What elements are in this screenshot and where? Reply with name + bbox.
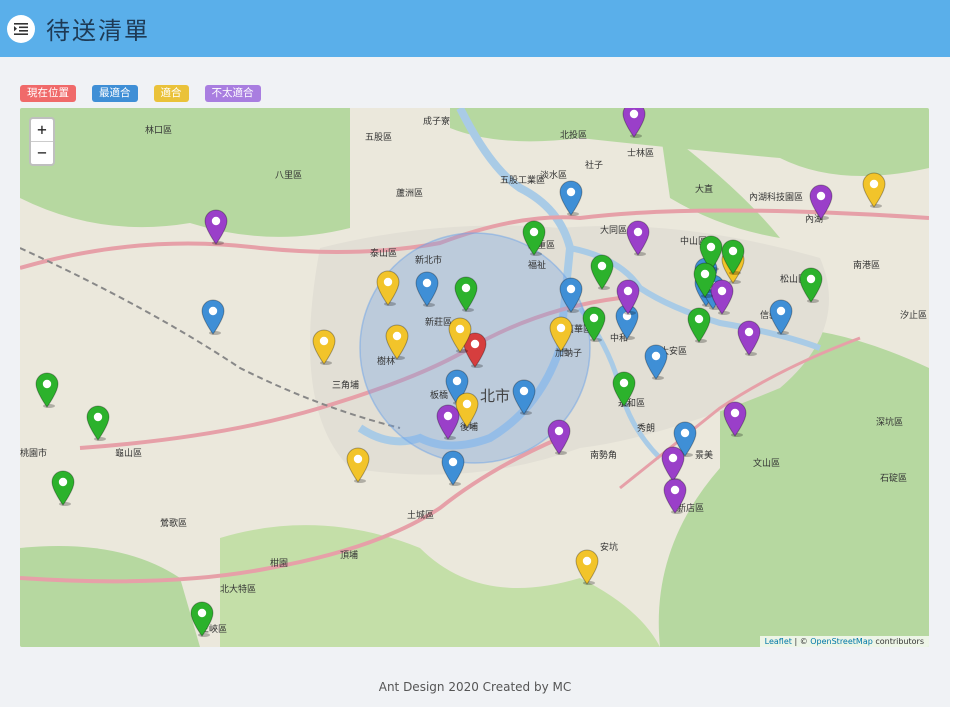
suitable-marker-icon[interactable] xyxy=(862,172,886,208)
map-label: 大直 xyxy=(695,185,714,195)
legend-suitable: 適合 xyxy=(153,85,189,102)
suitable-marker-icon[interactable] xyxy=(385,324,409,360)
not-suitable-marker-icon[interactable] xyxy=(204,209,228,245)
other-marker-icon[interactable] xyxy=(590,254,614,290)
map-label: 林口區 xyxy=(145,126,173,136)
map-label: 龜山區 xyxy=(115,449,143,459)
map-label: 景美 xyxy=(695,451,714,461)
footer: Ant Design 2020 Created by MC xyxy=(378,680,572,694)
other-marker-icon[interactable] xyxy=(454,276,478,312)
page-edge xyxy=(950,0,955,707)
suitable-marker-icon[interactable] xyxy=(312,329,336,365)
legend-best: 最適合 xyxy=(92,85,138,102)
map-label: 汐止區 xyxy=(900,311,928,321)
other-marker-icon[interactable] xyxy=(86,405,110,441)
map-label: 三角埔 xyxy=(332,381,360,391)
map-label: 南港區 xyxy=(853,261,881,271)
map-label: 泰山區 xyxy=(370,249,398,259)
map-label: 五股區 xyxy=(365,133,393,143)
leaflet-link[interactable]: Leaflet xyxy=(765,637,792,646)
other-marker-icon[interactable] xyxy=(51,470,75,506)
not-suitable-marker-icon[interactable] xyxy=(616,279,640,315)
best-marker-icon[interactable] xyxy=(441,450,465,486)
map-label: 士林區 xyxy=(627,149,655,159)
map-attribution: Leaflet | © OpenStreetMap contributors xyxy=(759,636,929,647)
map-label: 蘆洲區 xyxy=(396,189,424,199)
map-label: 桃園市 xyxy=(20,449,48,459)
map-label: 土城區 xyxy=(407,511,435,521)
other-marker-icon[interactable] xyxy=(721,239,745,275)
map-label: 鶯歌區 xyxy=(160,519,188,529)
not-suitable-marker-icon[interactable] xyxy=(723,401,747,437)
map-label: 社子 xyxy=(585,161,604,171)
zoom-control: + − xyxy=(29,117,55,166)
suitable-marker-icon[interactable] xyxy=(549,316,573,352)
page-title: 待送清單 xyxy=(46,17,150,45)
map-label: 石碇區 xyxy=(880,474,908,484)
map-label: 秀朗 xyxy=(637,424,656,434)
map-label: 五股工業區 xyxy=(500,176,546,186)
suitable-marker-icon[interactable] xyxy=(575,549,599,585)
map-label: 北大特區 xyxy=(220,585,257,595)
attribution-suffix: contributors xyxy=(872,637,924,646)
not-suitable-marker-icon[interactable] xyxy=(622,108,646,138)
best-marker-icon[interactable] xyxy=(201,299,225,335)
map-label: 新北市 xyxy=(415,256,443,266)
not-suitable-marker-icon[interactable] xyxy=(436,404,460,440)
not-suitable-marker-icon[interactable] xyxy=(547,419,571,455)
zoom-in-button[interactable]: + xyxy=(31,119,53,142)
map-label: 深坑區 xyxy=(876,418,904,428)
best-marker-icon[interactable] xyxy=(415,271,439,307)
best-marker-icon[interactable] xyxy=(769,299,793,335)
map-tiles xyxy=(20,108,929,647)
map-label: 南勢角 xyxy=(590,451,618,461)
legend: 現在位置 最適合 適合 不太適合 xyxy=(20,85,261,102)
best-marker-icon[interactable] xyxy=(512,379,536,415)
other-marker-icon[interactable] xyxy=(799,267,823,303)
map-label: 安坑 xyxy=(600,543,619,553)
app-header: 待送清單 xyxy=(0,0,950,57)
other-marker-icon[interactable] xyxy=(693,262,717,298)
menu-fold-icon xyxy=(14,22,28,35)
map-label: 大同區 xyxy=(600,226,628,236)
best-marker-icon[interactable] xyxy=(559,277,583,313)
other-marker-icon[interactable] xyxy=(35,372,59,408)
map-label: 北市 xyxy=(480,387,511,405)
suitable-marker-icon[interactable] xyxy=(346,447,370,483)
attribution-separator: | © xyxy=(791,637,811,646)
openstreetmap-link[interactable]: OpenStreetMap xyxy=(810,637,873,646)
not-suitable-marker-icon[interactable] xyxy=(661,446,685,482)
other-marker-icon[interactable] xyxy=(687,307,711,343)
zoom-out-button[interactable]: − xyxy=(31,142,53,164)
other-marker-icon[interactable] xyxy=(522,220,546,256)
best-marker-icon[interactable] xyxy=(559,180,583,216)
map-label: 八里區 xyxy=(275,171,303,181)
not-suitable-marker-icon[interactable] xyxy=(663,478,687,514)
not-suitable-marker-icon[interactable] xyxy=(809,184,833,220)
other-marker-icon[interactable] xyxy=(190,601,214,637)
map-label: 北投區 xyxy=(560,131,588,141)
not-suitable-marker-icon[interactable] xyxy=(737,320,761,356)
map-label: 文山區 xyxy=(753,459,781,469)
best-marker-icon[interactable] xyxy=(644,344,668,380)
menu-toggle-button[interactable] xyxy=(7,14,35,43)
other-marker-icon[interactable] xyxy=(582,306,606,342)
map-label: 福祉 xyxy=(528,261,547,271)
legend-current-location: 現在位置 xyxy=(20,85,76,102)
not-suitable-marker-icon[interactable] xyxy=(626,220,650,256)
suitable-marker-icon[interactable] xyxy=(376,270,400,306)
legend-not-suitable: 不太適合 xyxy=(204,85,261,102)
map-label: 內湖科技園區 xyxy=(749,193,804,203)
suitable-marker-icon[interactable] xyxy=(448,317,472,353)
other-marker-icon[interactable] xyxy=(612,371,636,407)
map-label: 柑園 xyxy=(270,559,289,569)
map-label: 成子寮 xyxy=(423,117,451,127)
map-label: 頂埔 xyxy=(340,551,359,561)
map-view[interactable]: 成子寮 五股區 林口區 士林區 大直 內湖科技園區 內湖 新莊區 三重區 福祉 … xyxy=(20,108,929,647)
